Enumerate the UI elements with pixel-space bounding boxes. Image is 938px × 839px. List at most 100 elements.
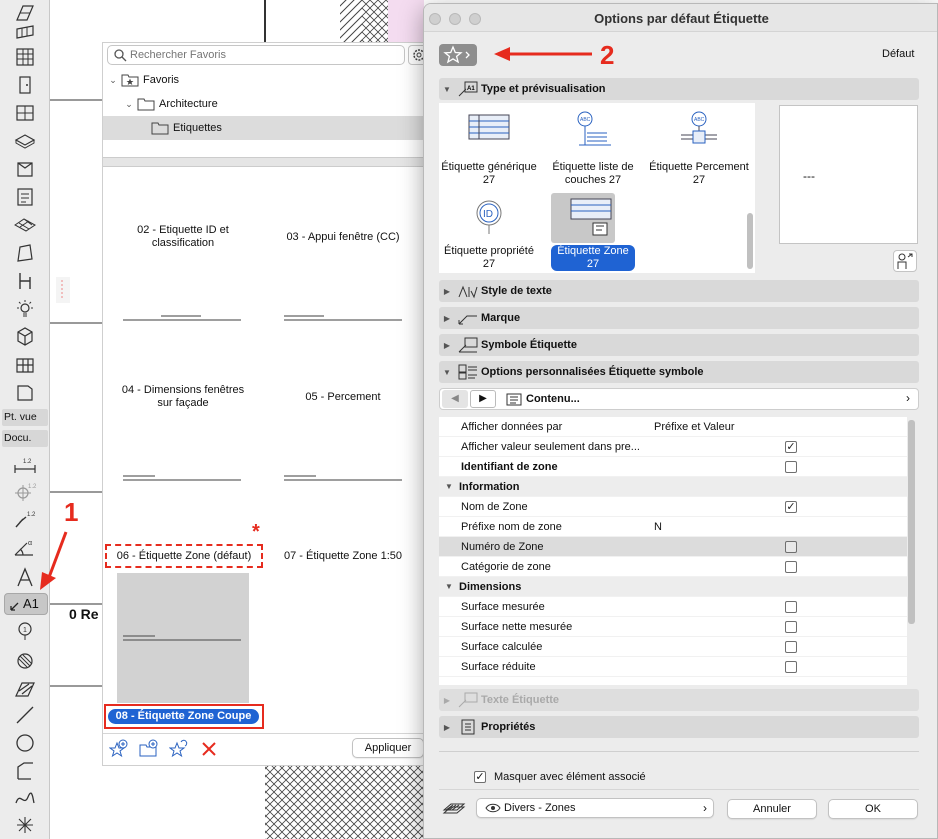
section-custom-options[interactable]: ▼ Options personnalisées Étiquette symbo… <box>439 361 919 383</box>
ok-button[interactable]: OK <box>828 799 918 819</box>
param-group-row[interactable]: ▼ Information <box>439 477 907 497</box>
window-icon[interactable] <box>12 102 38 124</box>
stair-tool-icon[interactable] <box>12 158 38 180</box>
param-checkbox[interactable] <box>785 621 797 633</box>
zone-tool-icon[interactable] <box>12 382 38 404</box>
section-type-preview[interactable]: ▼ A1 Type et prévisualisation <box>439 78 919 100</box>
param-checkbox[interactable] <box>785 541 797 553</box>
hotspot-tool-icon[interactable] <box>12 814 38 836</box>
layer-value: Divers - Zones <box>504 802 576 814</box>
preview-mode-button[interactable] <box>893 250 917 272</box>
cancel-button[interactable]: Annuler <box>727 799 817 819</box>
type-gallery-scrollbar[interactable] <box>747 213 753 269</box>
param-checkbox[interactable] <box>785 561 797 573</box>
type-item[interactable]: ABC Étiquette liste de couches 27 <box>541 103 645 193</box>
param-value[interactable]: Préfixe et Valeur <box>654 421 735 433</box>
zone-label-icon <box>570 198 612 236</box>
tree-item-etiquettes[interactable]: Etiquettes <box>103 116 435 140</box>
chevron-down-icon[interactable]: ⌄ <box>121 99 137 110</box>
param-row[interactable]: Catégorie de zone <box>439 557 907 577</box>
chevron-down-icon[interactable]: ⌄ <box>105 75 121 86</box>
type-label: Étiquette Zone 27 <box>551 245 635 271</box>
param-row[interactable]: Surface mesurée <box>439 597 907 617</box>
morph-tool-icon[interactable] <box>12 326 38 348</box>
favorites-search[interactable] <box>107 45 405 65</box>
type-item-selected[interactable]: Étiquette Zone 27 <box>541 195 645 275</box>
param-row[interactable]: Surface nette mesurée <box>439 617 907 637</box>
section-symbol[interactable]: ▶ Symbole Étiquette <box>439 334 919 356</box>
section-title: Style de texte <box>481 285 552 297</box>
dimension-tool-icon[interactable]: 1.2 <box>12 454 38 476</box>
shell-tool-icon[interactable] <box>12 242 38 264</box>
door-tool-icon[interactable] <box>12 22 38 44</box>
param-row[interactable]: Préfixe nom de zone N <box>439 517 907 537</box>
param-row-selected[interactable]: Numéro de Zone <box>439 537 907 557</box>
chair-tool-icon[interactable] <box>12 270 38 292</box>
favorites-button[interactable] <box>439 44 477 66</box>
object-tool-icon[interactable] <box>12 186 38 208</box>
param-group-row[interactable]: ▼ Dimensions <box>439 577 907 597</box>
new-folder-icon[interactable] <box>139 739 159 759</box>
section-properties[interactable]: ▶ Propriétés <box>439 716 919 738</box>
polyline-tool-icon[interactable] <box>12 760 38 782</box>
page-dropdown[interactable]: Contenu... <box>526 393 580 405</box>
type-item[interactable]: ABC Étiquette Percement 27 <box>647 103 751 193</box>
dialog-titlebar[interactable]: Options par défaut Étiquette <box>424 4 937 32</box>
panel-splitter[interactable] <box>103 157 435 167</box>
tree-item-favoris[interactable]: ⌄ Favoris <box>103 68 435 92</box>
param-checkbox[interactable] <box>785 641 797 653</box>
slab-tool-icon[interactable] <box>12 130 38 152</box>
type-item[interactable]: Étiquette générique 27 <box>439 103 539 193</box>
param-checkbox[interactable] <box>785 601 797 613</box>
favorites-folder-icon <box>121 74 139 87</box>
delete-icon[interactable] <box>199 739 219 759</box>
param-checkbox[interactable] <box>785 461 797 473</box>
layer-dropdown[interactable]: Divers - Zones › <box>476 798 714 818</box>
radial-dimension-icon[interactable]: 1.2 <box>12 508 38 530</box>
param-label: Afficher valeur seulement dans pre... <box>461 440 640 453</box>
type-item[interactable]: ID Étiquette propriété 27 <box>439 195 539 275</box>
documentation-tab[interactable]: Docu. <box>2 430 48 447</box>
apply-button[interactable]: Appliquer <box>352 738 424 758</box>
label-tool-button[interactable]: A1 <box>4 593 48 615</box>
view-point-tab[interactable]: Pt. vue <box>2 409 48 426</box>
hatch-tool-icon[interactable] <box>12 678 38 700</box>
curtain-wall-tool-icon[interactable] <box>12 354 38 376</box>
param-row[interactable]: Afficher valeur seulement dans pre... ✓ <box>439 437 907 457</box>
param-row[interactable]: Surface calculée <box>439 637 907 657</box>
new-favorite-icon[interactable] <box>109 739 129 759</box>
svg-text:ID: ID <box>483 209 493 220</box>
chevron-right-icon[interactable]: › <box>906 391 910 405</box>
tree-item-architecture[interactable]: ⌄ Architecture <box>103 92 435 116</box>
line-tool-icon[interactable] <box>12 704 38 726</box>
wall-tool-icon[interactable] <box>12 2 38 24</box>
spline-tool-icon[interactable] <box>12 788 38 810</box>
param-value[interactable]: N <box>654 521 662 533</box>
window-tool-icon[interactable] <box>12 46 38 68</box>
param-checkbox-checked[interactable]: ✓ <box>785 441 797 453</box>
marker-tool-icon[interactable]: 1 <box>12 620 38 642</box>
previous-page-button[interactable]: ◀ <box>442 390 468 408</box>
param-row[interactable]: Surface réduite <box>439 657 907 677</box>
param-row[interactable]: Identifiant de zone <box>439 457 907 477</box>
level-dimension-icon[interactable]: 1.2 <box>12 480 38 502</box>
favorites-search-input[interactable] <box>130 48 390 62</box>
circle-tool-icon[interactable] <box>12 732 38 754</box>
param-row[interactable]: Nom de Zone ✓ <box>439 497 907 517</box>
next-page-button[interactable]: ▶ <box>470 390 496 408</box>
properties-icon <box>455 719 481 735</box>
param-checkbox-checked[interactable]: ✓ <box>785 501 797 513</box>
param-label: Numéro de Zone <box>461 540 544 553</box>
param-row[interactable]: Afficher données par Préfixe et Valeur <box>439 417 907 437</box>
hide-with-element-checkbox[interactable]: ✓ <box>474 771 486 783</box>
generic-label-icon <box>468 114 510 140</box>
parameters-scrollbar[interactable] <box>908 420 915 624</box>
redefine-favorite-icon[interactable] <box>169 739 189 759</box>
param-checkbox[interactable] <box>785 661 797 673</box>
section-text-style[interactable]: ▶ Style de texte <box>439 280 919 302</box>
fill-tool-icon[interactable] <box>12 650 38 672</box>
section-marker[interactable]: ▶ Marque <box>439 307 919 329</box>
lamp-tool-icon[interactable] <box>12 298 38 320</box>
roof-tool-icon[interactable] <box>12 214 38 236</box>
door-icon[interactable] <box>12 74 38 96</box>
